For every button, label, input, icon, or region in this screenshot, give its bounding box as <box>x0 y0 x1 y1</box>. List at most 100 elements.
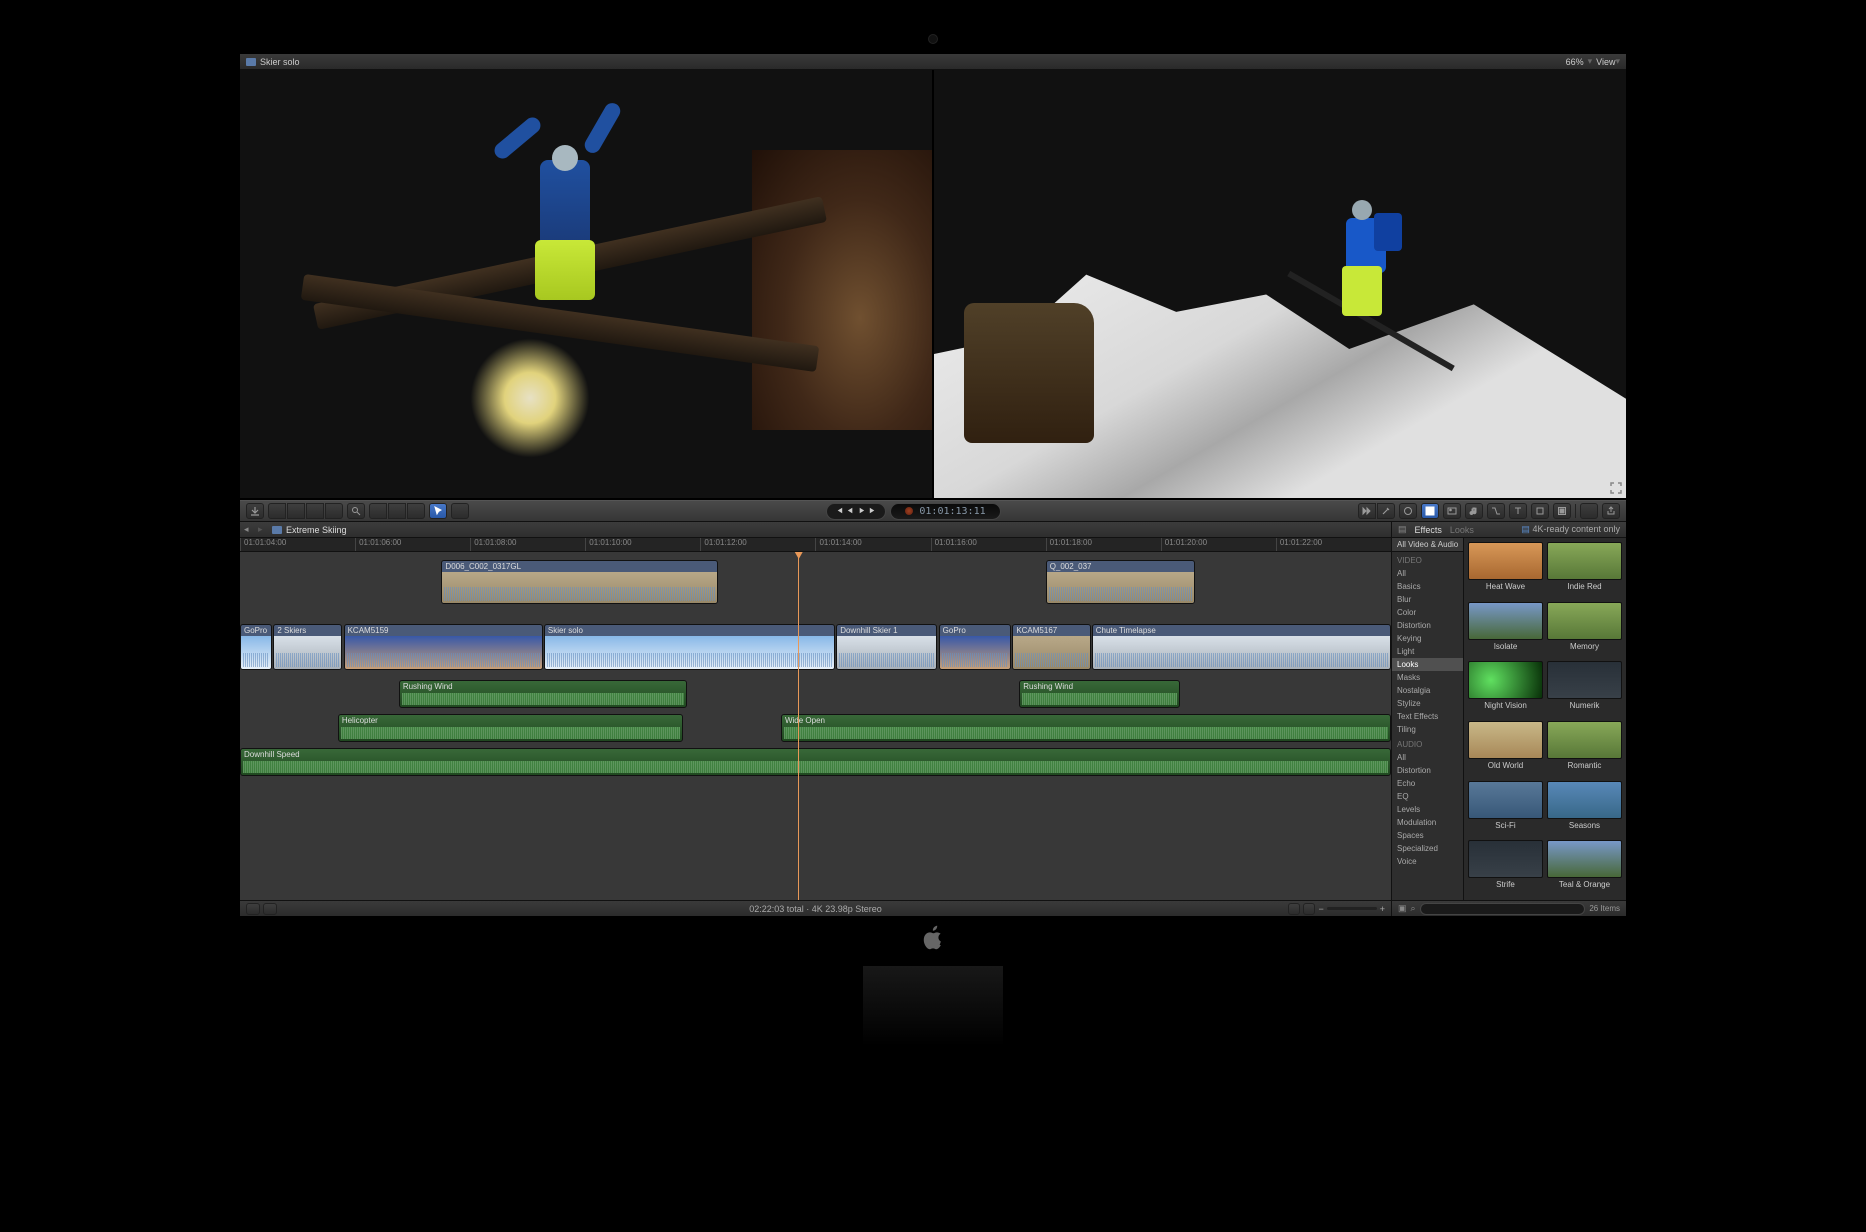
category-item[interactable]: Text Effects <box>1392 710 1463 723</box>
category-item[interactable]: Nostalgia <box>1392 684 1463 697</box>
clip-video[interactable]: Chute Timelapse <box>1092 624 1391 670</box>
photos-browser-button[interactable] <box>1443 503 1461 519</box>
viewer-left-pane[interactable] <box>240 70 932 498</box>
effect-item[interactable]: Teal & Orange <box>1547 840 1622 896</box>
category-item[interactable]: Color <box>1392 606 1463 619</box>
effect-item[interactable]: Romantic <box>1547 721 1622 777</box>
effects-tab[interactable]: Effects <box>1415 525 1442 535</box>
category-item[interactable]: Masks <box>1392 671 1463 684</box>
effect-item[interactable]: Indie Red <box>1547 542 1622 598</box>
titles-button[interactable] <box>1509 503 1527 519</box>
inspector-button[interactable] <box>1580 503 1598 519</box>
range-tool[interactable] <box>407 503 425 519</box>
clip-audio[interactable]: Downhill Speed <box>240 748 1391 776</box>
effect-item[interactable]: Night Vision <box>1468 661 1543 717</box>
category-item[interactable]: Levels <box>1392 803 1463 816</box>
select-tool[interactable] <box>429 503 447 519</box>
transitions-button[interactable] <box>1487 503 1505 519</box>
stack-icon[interactable]: ▣ <box>1398 903 1407 914</box>
clip-video[interactable]: Q_002_037 <box>1046 560 1196 604</box>
zoom-slider[interactable] <box>1327 907 1377 910</box>
category-item[interactable]: Modulation <box>1392 816 1463 829</box>
category-item[interactable]: Looks <box>1392 658 1463 671</box>
next-edit-button[interactable] <box>868 506 877 517</box>
category-item[interactable]: Light <box>1392 645 1463 658</box>
timeline-ruler[interactable]: 01:01:04:0001:01:06:0001:01:08:0001:01:1… <box>240 538 1391 552</box>
color-button[interactable] <box>1399 503 1417 519</box>
snapping-button[interactable] <box>1288 903 1300 915</box>
clip-video[interactable]: Downhill Skier 1 <box>836 624 937 670</box>
timeline-back-button[interactable]: ◂ <box>244 524 254 535</box>
category-item[interactable]: Stylize <box>1392 697 1463 710</box>
position-tool[interactable] <box>388 503 406 519</box>
effect-item[interactable]: Sci-Fi <box>1468 781 1543 837</box>
play-backward-button[interactable] <box>846 506 855 517</box>
generators-button[interactable] <box>1531 503 1549 519</box>
category-item[interactable]: Keying <box>1392 632 1463 645</box>
category-item[interactable]: Echo <box>1392 777 1463 790</box>
effect-item[interactable]: Isolate <box>1468 602 1543 658</box>
search-tool[interactable] <box>347 503 365 519</box>
timeline-canvas[interactable]: D006_C002_0317GLQ_002_037GoPro2 SkiersKC… <box>240 552 1391 900</box>
skimming-button[interactable] <box>263 903 277 915</box>
category-item[interactable]: Tiling <box>1392 723 1463 736</box>
trim-tool[interactable] <box>369 503 387 519</box>
import-button[interactable] <box>246 503 264 519</box>
category-item[interactable]: Specialized <box>1392 842 1463 855</box>
clip-appearance[interactable] <box>451 503 469 519</box>
zoom-percentage[interactable]: 66% <box>1566 57 1584 67</box>
themes-button[interactable] <box>1553 503 1571 519</box>
connect-tool[interactable] <box>268 503 286 519</box>
category-item[interactable]: Blur <box>1392 593 1463 606</box>
category-item[interactable]: EQ <box>1392 790 1463 803</box>
zoom-in-icon[interactable]: + <box>1380 904 1385 914</box>
insert-tool[interactable] <box>287 503 305 519</box>
share-button[interactable] <box>1602 503 1620 519</box>
fullscreen-icon[interactable] <box>1610 482 1622 494</box>
effects-browser-button[interactable] <box>1421 503 1439 519</box>
clip-audio[interactable]: Helicopter <box>338 714 683 742</box>
clip-audio[interactable]: Rushing Wind <box>1019 680 1180 708</box>
category-item[interactable]: All Video & Audio <box>1392 538 1463 552</box>
index-button[interactable] <box>246 903 260 915</box>
timeline-forward-button[interactable]: ▸ <box>258 524 268 535</box>
clip-video[interactable]: Skier solo <box>544 624 835 670</box>
effect-item[interactable]: Numerik <box>1547 661 1622 717</box>
category-item[interactable]: Distortion <box>1392 764 1463 777</box>
effects-search-input[interactable] <box>1420 903 1586 915</box>
zoom-out-icon[interactable]: − <box>1318 904 1323 914</box>
playhead[interactable] <box>798 552 799 900</box>
category-item[interactable]: Voice <box>1392 855 1463 868</box>
retime-button[interactable] <box>1358 503 1376 519</box>
audio-skim-button[interactable] <box>1303 903 1315 915</box>
effect-item[interactable]: Strife <box>1468 840 1543 896</box>
play-forward-button[interactable] <box>857 506 866 517</box>
append-tool[interactable] <box>306 503 324 519</box>
clip-video[interactable]: 2 Skiers <box>273 624 342 670</box>
clip-video[interactable]: KCAM5167 <box>1012 624 1090 670</box>
view-menu[interactable]: View <box>1596 57 1615 67</box>
category-item[interactable]: Spaces <box>1392 829 1463 842</box>
category-item[interactable]: Basics <box>1392 580 1463 593</box>
effect-item[interactable]: Seasons <box>1547 781 1622 837</box>
clip-video[interactable]: GoPro <box>939 624 1012 670</box>
clip-video[interactable]: GoPro <box>240 624 272 670</box>
clip-video[interactable]: D006_C002_0317GL <box>441 560 717 604</box>
enhance-button[interactable] <box>1377 503 1395 519</box>
category-item[interactable]: Distortion <box>1392 619 1463 632</box>
effect-item[interactable]: Heat Wave <box>1468 542 1543 598</box>
category-item[interactable]: All <box>1392 751 1463 764</box>
clip-audio[interactable]: Wide Open <box>781 714 1391 742</box>
effect-item[interactable]: Memory <box>1547 602 1622 658</box>
effect-item[interactable]: Old World <box>1468 721 1543 777</box>
overwrite-tool[interactable] <box>325 503 343 519</box>
prev-edit-button[interactable] <box>835 506 844 517</box>
timecode-display[interactable]: 01:01:13:11 <box>890 503 1000 520</box>
looks-tab[interactable]: Looks <box>1450 525 1474 535</box>
viewer-right-pane[interactable] <box>934 70 1626 498</box>
clip-audio[interactable]: Rushing Wind <box>399 680 687 708</box>
clip-video[interactable]: KCAM5159 <box>344 624 543 670</box>
effects-filter-label[interactable]: ▤ 4K-ready content only <box>1521 524 1620 535</box>
music-browser-button[interactable] <box>1465 503 1483 519</box>
category-item[interactable]: All <box>1392 567 1463 580</box>
